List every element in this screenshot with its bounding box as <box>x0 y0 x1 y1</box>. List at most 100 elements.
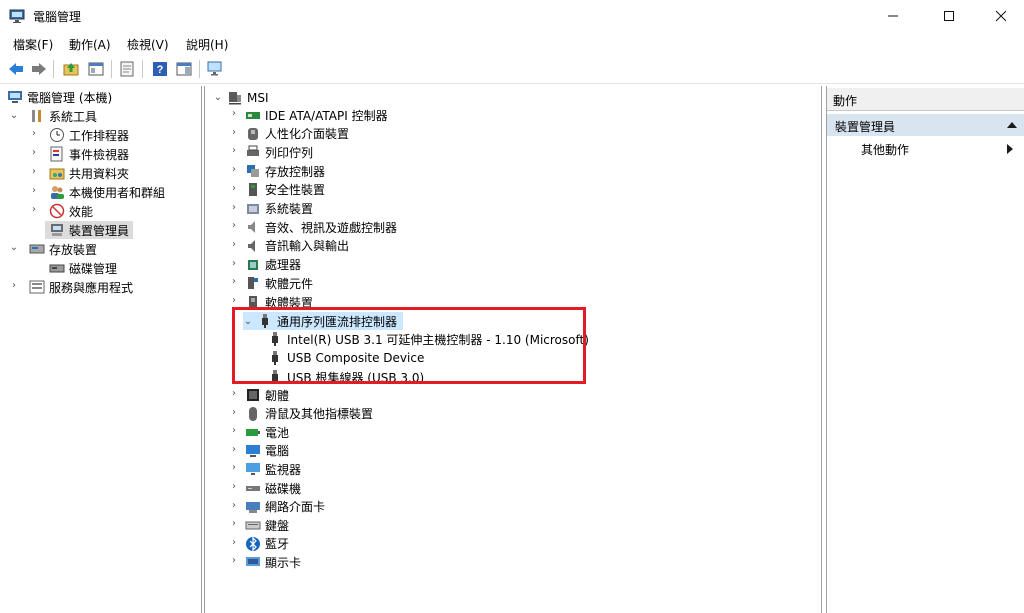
actions-title: 動作 <box>833 94 858 108</box>
chevron-right-icon[interactable]: › <box>229 145 239 156</box>
tree-item-computer-management[interactable]: 電腦管理 (本機) <box>7 88 112 106</box>
back-arrow-icon[interactable] <box>6 59 26 79</box>
chevron-down-icon[interactable]: ⌄ <box>9 242 19 253</box>
chevron-right-icon[interactable]: › <box>9 280 19 291</box>
chevron-right-icon[interactable]: › <box>29 166 39 177</box>
device-category[interactable]: 顯示卡 <box>245 553 301 571</box>
device-category[interactable]: 監視器 <box>245 460 301 478</box>
chevron-right-icon[interactable]: › <box>29 204 39 215</box>
device-category[interactable]: 電池 <box>245 423 289 441</box>
tree-label: 滑鼠及其他指標裝置 <box>265 407 374 422</box>
up-folder-icon[interactable] <box>61 59 81 79</box>
scan-hardware-icon[interactable] <box>205 59 225 79</box>
device-category-icon <box>245 406 261 422</box>
device-category-icon <box>245 219 261 235</box>
chevron-right-icon[interactable]: › <box>229 462 239 473</box>
chevron-down-icon[interactable]: ⌄ <box>213 92 223 103</box>
tree-label: 安全性裝置 <box>265 183 326 198</box>
tree-item-event-viewer[interactable]: 事件檢視器 <box>49 145 129 163</box>
tree-item-disk-management[interactable]: 磁碟管理 <box>49 259 117 277</box>
minimize-button[interactable] <box>870 0 916 32</box>
chevron-right-icon[interactable]: › <box>229 425 239 436</box>
chevron-right-icon[interactable]: › <box>229 444 239 455</box>
chevron-right-icon[interactable]: › <box>29 128 39 139</box>
menu-bar: 檔案(F) 動作(A) 檢視(V) 說明(H) <box>0 32 1024 54</box>
forward-arrow-icon[interactable] <box>29 59 49 79</box>
chevron-right-icon[interactable]: › <box>229 537 239 548</box>
device-category[interactable]: 韌體 <box>245 386 289 404</box>
maximize-button[interactable] <box>926 0 972 32</box>
tree-item-task-scheduler[interactable]: 工作排程器 <box>49 126 129 144</box>
chevron-right-icon[interactable]: › <box>229 407 239 418</box>
chevron-right-icon[interactable]: › <box>229 500 239 511</box>
chevron-right-icon[interactable]: › <box>29 147 39 158</box>
computer-management-icon <box>7 89 23 105</box>
tree-label: 鍵盤 <box>265 518 290 533</box>
disk-icon <box>49 260 65 276</box>
device-category[interactable]: 系統裝置 <box>245 200 313 218</box>
chevron-right-icon[interactable]: › <box>229 295 239 306</box>
tree-item-performance[interactable]: 效能 <box>49 202 93 220</box>
chevron-right-icon[interactable]: › <box>229 481 239 492</box>
tree-label: 共用資料夾 <box>69 166 130 181</box>
device-category[interactable]: 鍵盤 <box>245 516 289 534</box>
tree-item-local-users[interactable]: 本機使用者和群組 <box>49 183 165 201</box>
device-category-icon <box>245 424 261 440</box>
tree-label: 音訊輸入與輸出 <box>265 239 350 254</box>
chevron-right-icon[interactable]: › <box>229 164 239 175</box>
device-manager-icon <box>49 222 65 238</box>
chevron-right-icon[interactable]: › <box>29 185 39 196</box>
device-category[interactable]: 藍牙 <box>245 535 289 553</box>
chevron-right-icon[interactable]: › <box>229 555 239 566</box>
device-category[interactable]: IDE ATA/ATAPI 控制器 <box>245 106 388 124</box>
chevron-right-icon[interactable]: › <box>229 518 239 529</box>
chevron-right-icon[interactable]: › <box>229 258 239 269</box>
device-category[interactable]: 列印佇列 <box>245 143 313 161</box>
device-category[interactable]: 音訊輸入與輸出 <box>245 237 349 255</box>
device-category[interactable]: 磁碟機 <box>245 479 301 497</box>
actions-more[interactable]: 其他動作 <box>861 140 1011 158</box>
submenu-arrow-icon[interactable] <box>1007 144 1013 154</box>
device-category[interactable]: 音效、視訊及遊戲控制器 <box>245 218 397 236</box>
computer-management-icon <box>9 8 25 24</box>
console-tree-icon[interactable] <box>86 59 106 79</box>
chevron-right-icon[interactable]: › <box>229 127 239 138</box>
chevron-right-icon[interactable]: › <box>229 202 239 213</box>
show-hide-action-pane-icon[interactable] <box>174 59 194 79</box>
device-category[interactable]: 電腦 <box>245 442 289 460</box>
device-category[interactable]: 人性化介面裝置 <box>245 125 349 143</box>
menu-view[interactable]: 檢視(V) <box>127 36 169 53</box>
highlight-box <box>232 307 586 384</box>
help-icon[interactable]: ? <box>150 59 170 79</box>
chevron-right-icon[interactable]: › <box>229 276 239 287</box>
chevron-right-icon[interactable]: › <box>229 388 239 399</box>
chevron-right-icon[interactable]: › <box>229 183 239 194</box>
tree-item-device-manager[interactable]: 裝置管理員 <box>45 221 134 239</box>
chevron-right-icon[interactable]: › <box>229 239 239 250</box>
tree-item-system-tools[interactable]: 系統工具 <box>29 107 97 125</box>
actions-section-device-manager[interactable]: 裝置管理員 <box>827 114 1024 136</box>
tree-item-storage[interactable]: 存放裝置 <box>29 240 97 258</box>
tools-icon <box>29 108 45 124</box>
properties-icon[interactable] <box>117 59 137 79</box>
tree-item-shared-folders[interactable]: 共用資料夾 <box>49 164 129 182</box>
event-viewer-icon <box>49 146 65 162</box>
device-category[interactable]: 滑鼠及其他指標裝置 <box>245 405 373 423</box>
device-category[interactable]: 處理器 <box>245 256 301 274</box>
chevron-right-icon[interactable]: › <box>229 108 239 119</box>
menu-help[interactable]: 說明(H) <box>186 36 228 53</box>
device-category[interactable]: 網路介面卡 <box>245 498 325 516</box>
device-category[interactable]: 安全性裝置 <box>245 181 325 199</box>
chevron-right-icon[interactable]: › <box>229 220 239 231</box>
device-category[interactable]: 軟體元件 <box>245 274 313 292</box>
toolbar: ? <box>0 55 1024 84</box>
device-tree-root[interactable]: MSI <box>227 89 269 107</box>
device-category[interactable]: 存放控制器 <box>245 162 325 180</box>
chevron-down-icon[interactable]: ⌄ <box>9 110 19 121</box>
menu-action[interactable]: 動作(A) <box>69 36 111 53</box>
tree-item-services[interactable]: 服務與應用程式 <box>29 278 133 296</box>
tree-label: 人性化介面裝置 <box>265 127 350 142</box>
close-button[interactable] <box>978 0 1024 32</box>
menu-file[interactable]: 檔案(F) <box>13 36 53 53</box>
collapse-triangle-icon[interactable] <box>1007 122 1017 128</box>
